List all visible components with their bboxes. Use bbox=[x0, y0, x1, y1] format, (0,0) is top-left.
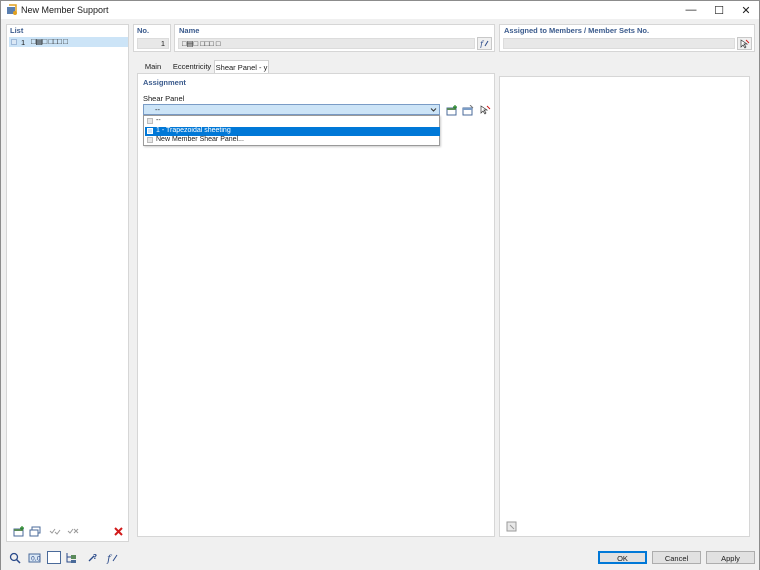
color-swatch bbox=[11, 39, 17, 45]
add-item-button[interactable] bbox=[11, 525, 26, 538]
number-label: No. bbox=[137, 26, 150, 35]
tab-eccentricity[interactable]: Eccentricity bbox=[170, 60, 214, 73]
new-item-icon bbox=[446, 105, 457, 116]
dropdown-option-label: 1 - Trapezoidal sheeting bbox=[156, 127, 231, 134]
search-icon bbox=[9, 552, 21, 564]
help-button[interactable]: ? bbox=[85, 551, 99, 564]
number-panel: No. 1 bbox=[133, 24, 171, 52]
copy-item-button[interactable] bbox=[27, 525, 42, 538]
assigned-field[interactable] bbox=[503, 38, 735, 49]
dialog-window: New Member Support — ☐ ✕ List 1 □▤□ □□□ … bbox=[0, 0, 760, 570]
assigned-panel: Assigned to Members / Member Sets No. bbox=[499, 24, 755, 52]
new-shear-panel-button[interactable] bbox=[444, 104, 459, 117]
dropdown-option-new-shear-panel[interactable]: New Member Shear Panel... bbox=[145, 136, 440, 145]
chevron-down-icon bbox=[430, 108, 437, 112]
help-icon: ? bbox=[88, 553, 97, 561]
name-field[interactable]: □▤□ □□□ □ bbox=[178, 38, 475, 49]
shear-panel-select[interactable]: -- bbox=[143, 104, 440, 115]
color-swatch bbox=[147, 137, 153, 143]
assignment-heading: Assignment bbox=[143, 78, 186, 87]
title-bar: New Member Support — ☐ ✕ bbox=[1, 1, 759, 19]
list-item[interactable]: 1 □▤□ □□□ □ bbox=[9, 37, 128, 47]
check-all-icon bbox=[49, 528, 60, 535]
check-all-button[interactable] bbox=[47, 525, 62, 538]
dropdown-option-label: -- bbox=[156, 117, 161, 124]
edit-shear-panel-button[interactable] bbox=[460, 104, 475, 117]
preview-panel bbox=[499, 76, 750, 537]
svg-text:f: f bbox=[106, 554, 113, 564]
dropdown-option-trapezoidal-sheeting[interactable]: 1 - Trapezoidal sheeting bbox=[145, 127, 440, 136]
svg-text:0,0: 0,0 bbox=[31, 555, 41, 562]
name-label: Name bbox=[179, 26, 200, 35]
dropdown-option-none[interactable]: -- bbox=[145, 117, 440, 126]
tab-shear-panel-y[interactable]: Shear Panel - y bbox=[214, 60, 269, 73]
units-icon: 0,0 bbox=[28, 553, 41, 562]
preview-settings-icon bbox=[506, 521, 516, 532]
list-item-name: □▤□ □□□ □ bbox=[31, 37, 68, 46]
uncheck-all-button[interactable] bbox=[65, 525, 80, 538]
delete-item-button[interactable] bbox=[111, 525, 126, 538]
color-swatch bbox=[147, 128, 153, 134]
edit-name-button[interactable]: f bbox=[477, 37, 492, 50]
delete-icon bbox=[114, 527, 123, 536]
preview-settings-button[interactable] bbox=[504, 520, 519, 533]
formula-icon: f bbox=[106, 554, 117, 564]
close-button[interactable]: ✕ bbox=[732, 1, 760, 19]
minimize-button[interactable]: — bbox=[677, 1, 705, 19]
tree-view-button[interactable] bbox=[64, 551, 78, 564]
select-members-button[interactable] bbox=[737, 37, 752, 50]
close-icon: ✕ bbox=[741, 4, 751, 17]
svg-text:f: f bbox=[479, 40, 485, 48]
tab-main[interactable]: Main bbox=[139, 60, 167, 73]
tree-icon bbox=[66, 552, 76, 563]
ok-button[interactable]: OK bbox=[598, 551, 647, 564]
maximize-icon: ☐ bbox=[714, 4, 724, 17]
color-box-icon bbox=[49, 553, 59, 562]
copy-icon bbox=[29, 526, 40, 537]
formula-button[interactable]: f bbox=[105, 551, 119, 564]
list-panel: List 1 □▤□ □□□ □ bbox=[6, 24, 129, 542]
add-item-icon bbox=[13, 526, 24, 537]
minimize-icon: — bbox=[685, 4, 697, 16]
search-button[interactable] bbox=[8, 551, 22, 564]
uncheck-all-icon bbox=[67, 528, 78, 534]
pick-cursor-icon bbox=[740, 38, 750, 49]
app-icon bbox=[7, 4, 17, 15]
pick-cursor-icon bbox=[480, 105, 490, 115]
shear-panel-dropdown: -- 1 - Trapezoidal sheeting New Member S… bbox=[143, 115, 440, 146]
shear-panel-select-value: -- bbox=[155, 105, 160, 114]
pick-shear-panel-button[interactable] bbox=[477, 104, 492, 117]
svg-text:?: ? bbox=[93, 553, 97, 561]
maximize-button[interactable]: ☐ bbox=[705, 1, 733, 19]
list-label: List bbox=[10, 26, 24, 35]
window-title: New Member Support bbox=[21, 5, 109, 15]
assigned-label: Assigned to Members / Member Sets No. bbox=[504, 26, 650, 35]
cancel-button[interactable]: Cancel bbox=[652, 551, 701, 564]
units-button[interactable]: 0,0 bbox=[27, 551, 41, 564]
dropdown-option-label: New Member Shear Panel... bbox=[156, 136, 244, 143]
number-field[interactable]: 1 bbox=[137, 38, 169, 49]
edit-item-icon bbox=[462, 105, 473, 116]
name-panel: Name □▤□ □□□ □ f bbox=[174, 24, 495, 52]
color-swatch bbox=[147, 118, 153, 124]
shear-panel-label: Shear Panel bbox=[143, 94, 185, 103]
color-box-button[interactable] bbox=[47, 551, 61, 564]
formula-icon: f bbox=[479, 40, 489, 48]
apply-button[interactable]: Apply bbox=[706, 551, 755, 564]
list-item-number: 1 bbox=[21, 38, 26, 47]
